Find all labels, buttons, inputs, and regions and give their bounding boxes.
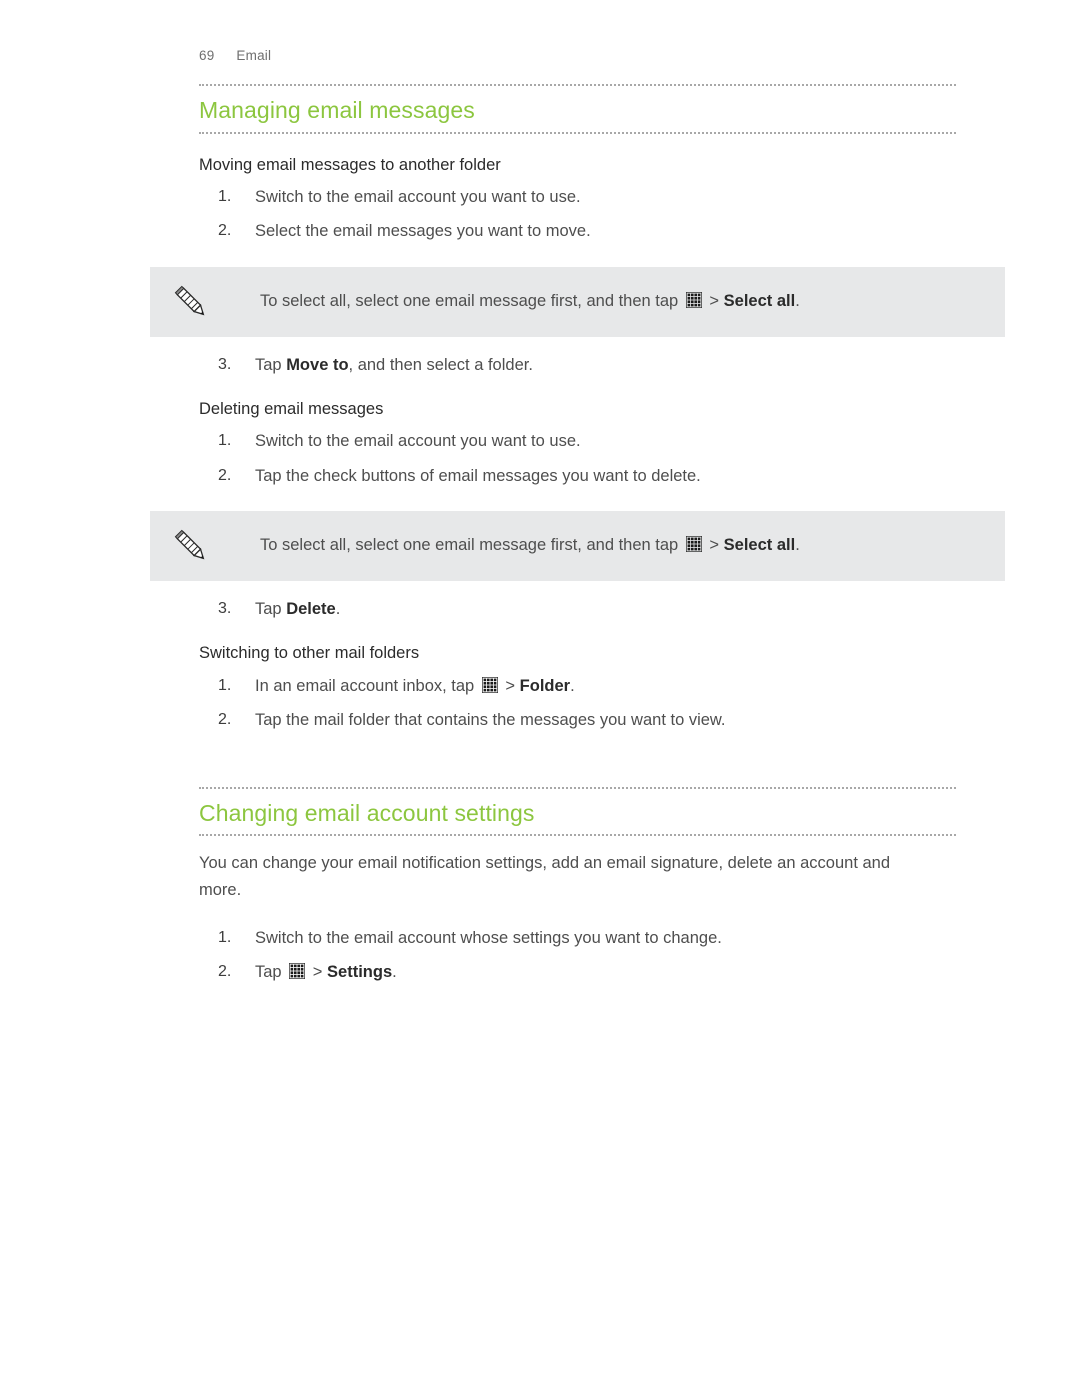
note-bold-term: Select all <box>723 536 796 555</box>
chevron-separator: > <box>312 963 323 982</box>
step-text-before-bold: Tap <box>255 599 287 618</box>
document-page: 69 Email Managing email messages Moving … <box>0 0 1080 1397</box>
page-content: Managing email messages Moving email mes… <box>150 84 1005 995</box>
list-item: 3. Tap Move to, and then select a folder… <box>199 353 956 379</box>
chevron-separator: > <box>709 536 720 555</box>
step-text: Switch to the email account whose settin… <box>255 928 722 947</box>
grid-menu-icon <box>481 676 498 693</box>
step-text-after-bold: , and then select a folder. <box>348 355 533 374</box>
list-item: 1. Switch to the email account you want … <box>199 429 956 455</box>
subsection-title-deleting-email-messages: Deleting email messages <box>199 400 384 419</box>
section-intro-paragraph: You can change your email notification s… <box>199 854 891 900</box>
running-header: 69 Email <box>199 48 271 63</box>
dotted-rule-top <box>199 84 956 86</box>
step-number: 1. <box>218 432 232 450</box>
section-heading-managing-email-messages: Managing email messages <box>199 84 956 134</box>
note-text-tail: . <box>795 536 800 555</box>
pencil-icon <box>168 523 214 569</box>
header-section-name: Email <box>236 48 272 63</box>
list-item: 1. Switch to the email account whose set… <box>199 926 956 952</box>
list-item: 1. In an email account inbox, tap > Fold… <box>199 674 956 700</box>
step-list-moving-email-after-note: 3. Tap Move to, and then select a folder… <box>199 353 956 379</box>
dotted-rule-top <box>199 786 956 789</box>
step-list-moving-email: 1. Switch to the email account you want … <box>199 185 956 245</box>
list-item: 2. Select the email messages you want to… <box>199 219 956 245</box>
list-item: 1. Switch to the email account you want … <box>199 185 956 211</box>
section-heading-text: Managing email messages <box>199 97 475 123</box>
pencil-icon <box>168 279 214 325</box>
step-text-tail: . <box>570 676 575 695</box>
step-text: Tap the mail folder that contains the me… <box>255 711 726 730</box>
page-number: 69 <box>199 48 215 63</box>
note-text-tail: . <box>795 291 800 310</box>
grid-menu-icon <box>685 291 702 308</box>
note-text: To select all, select one email message … <box>150 289 1005 315</box>
step-number: 1. <box>218 676 232 694</box>
step-bold-term: Settings <box>327 963 393 982</box>
step-text-before-icon: Tap <box>255 963 282 982</box>
step-text-tail: . <box>392 963 397 982</box>
note-box-select-all-move: To select all, select one email message … <box>150 266 1005 337</box>
step-text: Select the email messages you want to mo… <box>255 222 591 241</box>
chevron-separator: > <box>709 291 720 310</box>
subsection-title-switching-mail-folders: Switching to other mail folders <box>199 644 420 663</box>
dotted-rule-bottom <box>199 834 956 837</box>
step-number: 1. <box>218 187 232 205</box>
step-number: 2. <box>218 466 232 484</box>
note-bold-term: Select all <box>723 291 796 310</box>
step-bold-term: Folder <box>519 676 571 695</box>
note-text-before-icon: To select all, select one email message … <box>260 291 679 310</box>
step-number: 2. <box>218 963 232 981</box>
step-number: 1. <box>218 928 232 946</box>
step-text: Tap the check buttons of email messages … <box>255 466 701 485</box>
step-text: Switch to the email account you want to … <box>255 187 581 206</box>
step-list-deleting-email: 1. Switch to the email account you want … <box>199 429 956 489</box>
step-bold-term: Move to <box>286 355 349 374</box>
step-bold-term: Delete <box>286 599 336 618</box>
step-text-before-bold: Tap <box>255 355 287 374</box>
note-text: To select all, select one email message … <box>150 533 1005 559</box>
list-item: 2. Tap the check buttons of email messag… <box>199 464 956 490</box>
step-text-before-icon: In an email account inbox, tap <box>255 676 475 695</box>
step-text-after-bold: . <box>335 599 341 618</box>
list-item: 2. Tap > Settings. <box>199 960 956 986</box>
step-number: 3. <box>218 599 232 617</box>
note-text-before-icon: To select all, select one email message … <box>260 536 679 555</box>
step-number: 2. <box>218 222 232 240</box>
grid-menu-icon <box>685 536 702 553</box>
step-text: Switch to the email account you want to … <box>255 432 581 451</box>
note-box-select-all-delete: To select all, select one email message … <box>150 511 1005 581</box>
subsection-title-moving-email-messages: Moving email messages to another folder <box>199 155 501 174</box>
step-list-changing-settings: 1. Switch to the email account whose set… <box>199 926 956 986</box>
step-number: 2. <box>218 711 232 729</box>
step-list-switching-folders: 1. In an email account inbox, tap > Fold… <box>199 674 956 734</box>
list-item: 2. Tap the mail folder that contains the… <box>199 708 956 734</box>
step-number: 3. <box>218 355 232 373</box>
list-item: 3. Tap Delete. <box>199 597 956 623</box>
section-heading-text: Changing email account settings <box>199 799 535 826</box>
step-list-deleting-email-after-note: 3. Tap Delete. <box>199 597 956 623</box>
chevron-separator: > <box>505 676 516 695</box>
dotted-rule-bottom <box>199 131 956 134</box>
grid-menu-icon <box>289 963 306 980</box>
section-heading-changing-email-account-settings: Changing email account settings <box>199 786 956 837</box>
